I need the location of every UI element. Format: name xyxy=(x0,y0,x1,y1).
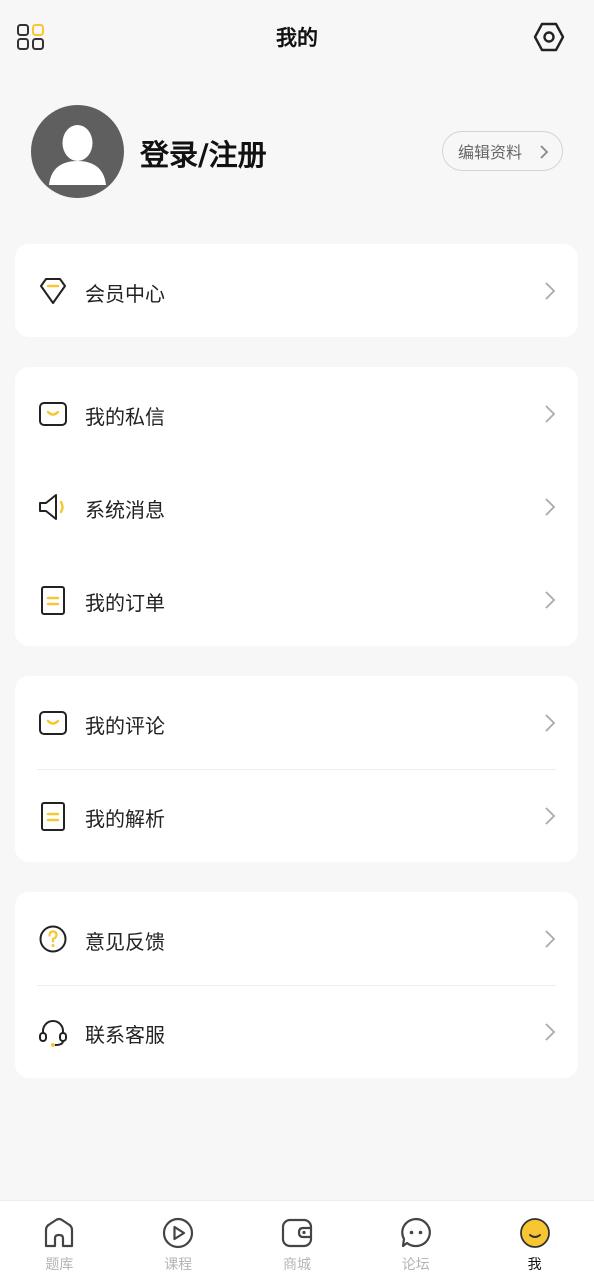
menu-item-label: 系统消息 xyxy=(85,498,165,522)
order-doc-icon xyxy=(41,586,65,615)
chevron-right-icon xyxy=(545,930,556,948)
chat-bubble-icon xyxy=(401,1217,431,1248)
speaker-icon xyxy=(39,494,64,520)
menu-item-vip-center[interactable]: 会员中心 xyxy=(15,244,578,337)
menu-item-label: 我的订单 xyxy=(85,591,165,615)
tab-label: 题库 xyxy=(45,1257,74,1273)
chevron-right-icon xyxy=(545,405,556,423)
bottom-tab-bar: 题库 课程 商城 论坛 我 xyxy=(0,1200,594,1280)
smile-face-icon xyxy=(519,1218,550,1248)
wallet-icon xyxy=(281,1218,313,1248)
question-circle-icon xyxy=(39,925,67,953)
headset-icon xyxy=(39,1020,67,1047)
tab-label: 课程 xyxy=(164,1257,193,1273)
user-silhouette-icon xyxy=(49,125,106,185)
menu-item-customer-service[interactable]: 联系客服 xyxy=(15,985,578,1078)
chevron-right-icon xyxy=(545,591,556,609)
menu-item-my-orders[interactable]: 我的订单 xyxy=(15,553,578,646)
menu-item-label: 联系客服 xyxy=(85,1023,165,1047)
profile-section: 登录/注册 编辑资料 xyxy=(0,100,594,210)
home-icon xyxy=(45,1217,74,1248)
content-card: 我的评论 我的解析 xyxy=(15,676,578,862)
menu-item-system-messages[interactable]: 系统消息 xyxy=(15,460,578,553)
chevron-right-icon xyxy=(545,714,556,732)
tab-forum[interactable]: 论坛 xyxy=(356,1201,475,1280)
edit-profile-label: 编辑资料 xyxy=(458,143,523,162)
tab-question-bank[interactable]: 题库 xyxy=(0,1201,119,1280)
avatar[interactable] xyxy=(31,105,124,198)
chevron-right-icon xyxy=(545,1023,556,1041)
vip-card: 会员中心 xyxy=(15,244,578,337)
menu-item-label: 意见反馈 xyxy=(85,930,165,954)
gear-icon[interactable] xyxy=(532,20,566,54)
menu-item-my-analysis[interactable]: 我的解析 xyxy=(15,769,578,862)
menu-item-label: 我的评论 xyxy=(85,714,165,738)
messages-card: 我的私信 系统消息 我的订单 xyxy=(15,367,578,646)
tab-me[interactable]: 我 xyxy=(475,1201,594,1280)
support-card: 意见反馈 联系客服 xyxy=(15,892,578,1078)
menu-item-label: 我的私信 xyxy=(85,405,165,429)
menu-item-label: 我的解析 xyxy=(85,807,165,831)
message-box-icon xyxy=(39,402,67,426)
menu-item-my-comments[interactable]: 我的评论 xyxy=(15,676,578,769)
chevron-right-icon xyxy=(545,282,556,300)
tab-courses[interactable]: 课程 xyxy=(119,1201,238,1280)
tab-label: 论坛 xyxy=(401,1257,430,1273)
page-title: 我的 xyxy=(276,26,318,50)
login-register-link[interactable]: 登录/注册 xyxy=(140,132,267,174)
play-circle-icon xyxy=(163,1217,194,1249)
edit-profile-button[interactable]: 编辑资料 xyxy=(442,131,563,171)
analysis-doc-icon xyxy=(41,802,65,831)
chevron-right-icon xyxy=(540,145,549,159)
tab-label: 商城 xyxy=(282,1257,311,1273)
menu-item-feedback[interactable]: 意见反馈 xyxy=(15,892,578,985)
tab-label: 我 xyxy=(527,1257,542,1273)
top-bar: 我的 xyxy=(0,0,594,76)
tab-mall[interactable]: 商城 xyxy=(238,1201,357,1280)
chevron-right-icon xyxy=(545,498,556,516)
menu-item-label: 会员中心 xyxy=(85,282,165,306)
diamond-icon xyxy=(40,278,66,304)
menu-item-private-messages[interactable]: 我的私信 xyxy=(15,367,578,460)
chevron-right-icon xyxy=(545,807,556,825)
comment-box-icon xyxy=(39,711,67,735)
